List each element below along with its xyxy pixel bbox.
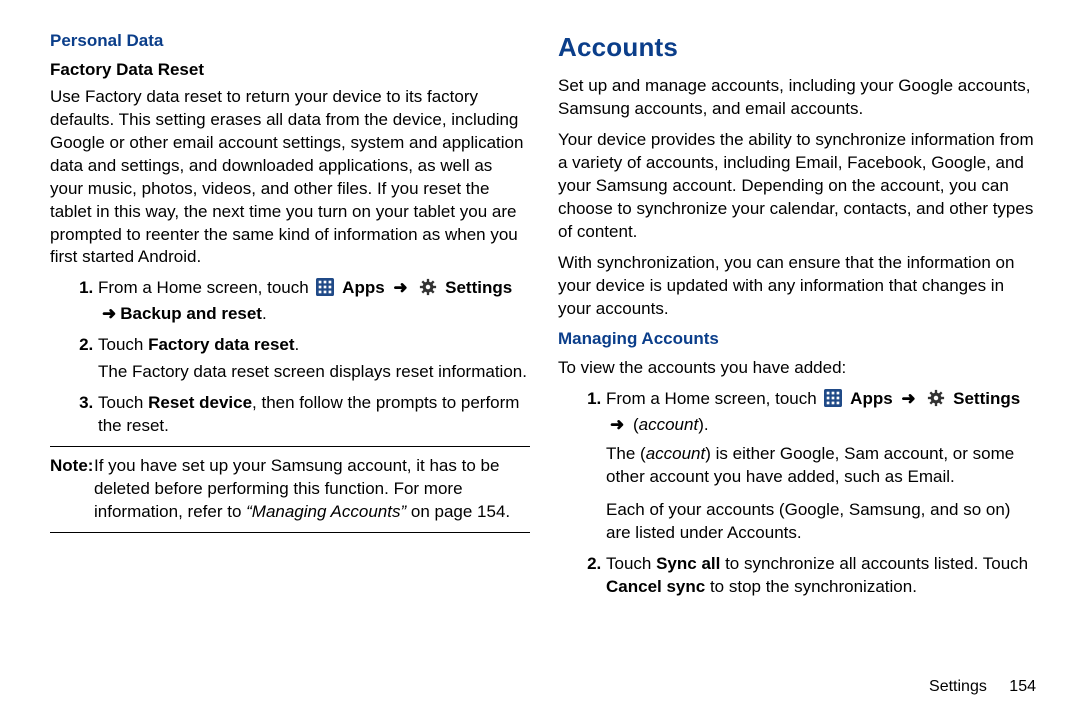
view-intro: To view the accounts you have added: <box>558 357 1038 380</box>
note-block: Note: If you have set up your Samsung ac… <box>50 455 530 524</box>
divider <box>50 532 530 533</box>
settings-label: Settings <box>953 389 1020 408</box>
mstep-2: Touch Sync all to synchronize all accoun… <box>606 553 1038 599</box>
step2-text-a: Touch <box>98 335 148 354</box>
heading-accounts: Accounts <box>558 30 1038 65</box>
settings-label: Settings <box>445 278 512 297</box>
accounts-p1: Set up and manage accounts, including yo… <box>558 75 1038 121</box>
account-italic: account <box>646 444 706 463</box>
factory-reset-steps: From a Home screen, touch Apps ➜ Setting… <box>50 277 530 438</box>
sync-all-label: Sync all <box>656 554 720 573</box>
heading-factory-data-reset: Factory Data Reset <box>50 59 530 82</box>
factory-reset-intro: Use Factory data reset to return your de… <box>50 86 530 270</box>
mstep1-text-a: From a Home screen, touch <box>606 389 817 408</box>
cancel-sync-label: Cancel sync <box>606 577 705 596</box>
factory-data-reset-label: Factory data reset <box>148 335 294 354</box>
step-2: Touch Factory data reset. The Factory da… <box>98 334 530 384</box>
note-label: Note: <box>50 455 93 478</box>
manual-page: Personal Data Factory Data Reset Use Fac… <box>0 0 1080 720</box>
step1-text-a: From a Home screen, touch <box>98 278 309 297</box>
note-text-b: on page 154. <box>406 502 510 521</box>
step2-subtext: The Factory data reset screen displays r… <box>98 362 527 381</box>
accounts-p3: With synchronization, you can ensure tha… <box>558 252 1038 321</box>
reset-device-label: Reset device <box>148 393 252 412</box>
heading-personal-data: Personal Data <box>50 30 530 53</box>
arrow-icon: ➜ <box>102 304 116 323</box>
account-italic: account <box>639 415 699 434</box>
accounts-p2: Your device provides the ability to sync… <box>558 129 1038 244</box>
backup-reset-label: Backup and reset <box>120 304 262 323</box>
heading-managing-accounts: Managing Accounts <box>558 328 1038 351</box>
step-1: From a Home screen, touch Apps ➜ Setting… <box>98 277 530 326</box>
managing-steps: From a Home screen, touch Apps ➜ Setting… <box>558 388 1038 599</box>
left-column: Personal Data Factory Data Reset Use Fac… <box>50 30 530 700</box>
step-3: Touch Reset device, then follow the prom… <box>98 392 530 438</box>
arrow-icon: ➜ <box>393 278 407 297</box>
apps-label: Apps <box>342 278 385 297</box>
arrow-icon: ➜ <box>901 389 915 408</box>
mstep2-a: Touch <box>606 554 656 573</box>
mstep-1: From a Home screen, touch Apps ➜ Setting… <box>606 388 1038 545</box>
note-ref-italic: “Managing Accounts” <box>246 502 406 521</box>
mstep2-e: to stop the synchronization. <box>705 577 917 596</box>
divider <box>50 446 530 447</box>
mstep1-sub-a: The ( <box>606 444 646 463</box>
page-footer: Settings 154 <box>929 676 1036 698</box>
note-body: If you have set up your Samsung account,… <box>94 455 530 524</box>
apps-label: Apps <box>850 389 893 408</box>
step3-text-a: Touch <box>98 393 148 412</box>
gear-icon <box>927 389 945 414</box>
mstep2-c: to synchronize all accounts listed. Touc… <box>720 554 1028 573</box>
apps-icon <box>316 278 334 303</box>
arrow-icon: ➜ <box>610 415 624 434</box>
gear-icon <box>419 278 437 303</box>
apps-icon <box>824 389 842 414</box>
footer-section: Settings <box>929 678 987 695</box>
mstep1-sub2: Each of your accounts (Google, Samsung, … <box>606 500 1010 542</box>
right-column: Accounts Set up and manage accounts, inc… <box>558 30 1038 700</box>
page-number: 154 <box>1009 676 1036 698</box>
